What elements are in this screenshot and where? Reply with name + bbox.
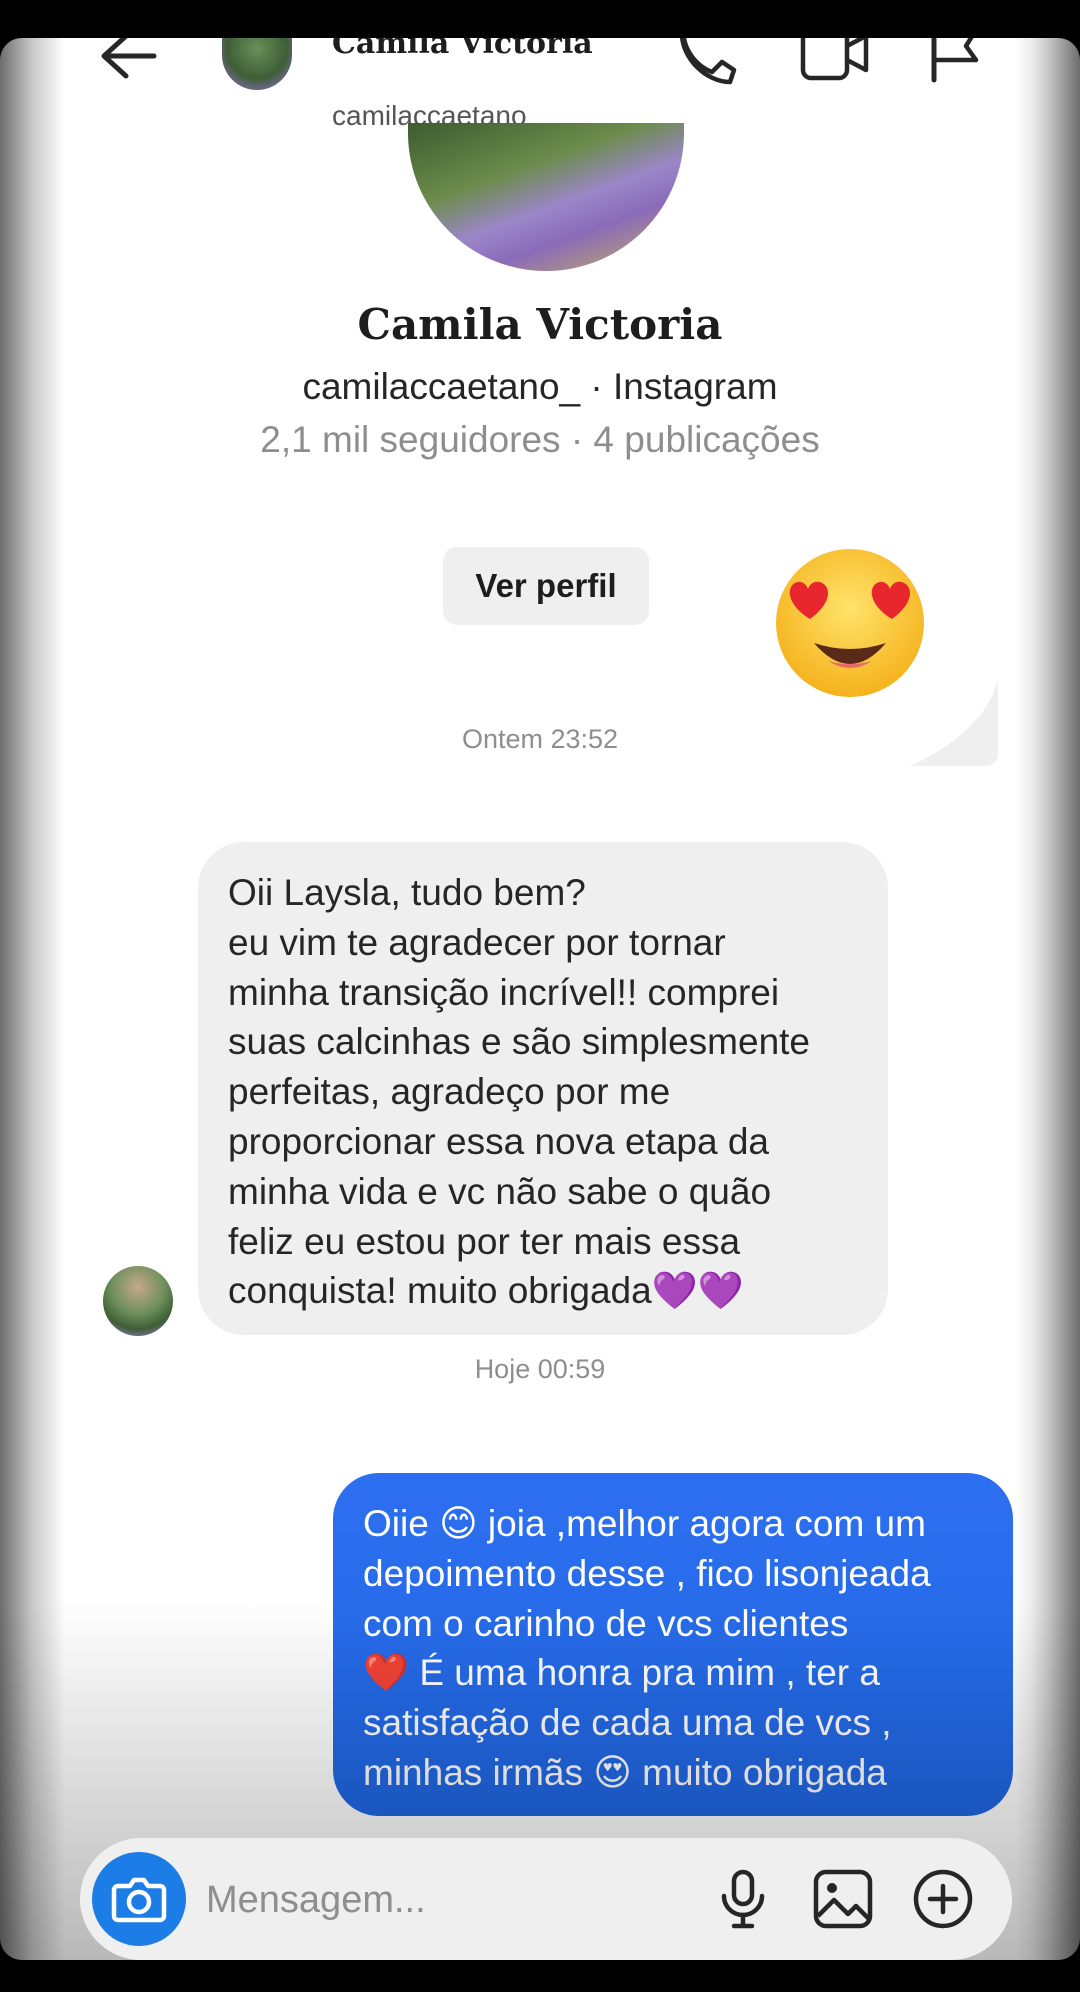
sender-avatar[interactable] bbox=[103, 1266, 173, 1336]
header-name[interactable]: Camila Victoria bbox=[332, 38, 593, 61]
flag-icon bbox=[928, 38, 988, 98]
report-button[interactable] bbox=[928, 38, 988, 98]
chat-header: Camila Victoria camilaccaetano_ bbox=[0, 38, 1080, 131]
voice-message-button[interactable] bbox=[710, 1866, 776, 1932]
chat-screen: Camila Victoria camilaccaetano_ Camila V… bbox=[0, 38, 1080, 1960]
arrow-left-icon bbox=[96, 38, 160, 98]
image-icon bbox=[810, 1866, 876, 1932]
call-button[interactable] bbox=[678, 38, 738, 98]
message-input[interactable] bbox=[204, 1868, 668, 1932]
camera-icon bbox=[92, 1852, 186, 1946]
incoming-message[interactable]: Oii Laysla, tudo bem? eu vim te agradece… bbox=[198, 842, 888, 1335]
avatar[interactable] bbox=[222, 38, 292, 90]
message-composer bbox=[80, 1838, 1012, 1960]
view-profile-button[interactable]: Ver perfil bbox=[443, 547, 649, 625]
timestamp: Ontem 23:52 bbox=[461, 724, 619, 754]
plus-circle-icon bbox=[910, 1866, 976, 1932]
gallery-button[interactable] bbox=[810, 1866, 876, 1932]
video-camera-icon bbox=[800, 38, 869, 98]
video-call-button[interactable] bbox=[800, 38, 869, 98]
microphone-icon bbox=[710, 1866, 776, 1932]
timestamp: Hoje 00:59 bbox=[474, 1354, 606, 1384]
heart-eyes-emoji-icon bbox=[770, 543, 930, 703]
phone-icon bbox=[678, 38, 738, 98]
more-options-button[interactable] bbox=[910, 1866, 976, 1932]
profile-photo[interactable] bbox=[408, 123, 684, 271]
profile-name: Camila Victoria bbox=[357, 300, 723, 349]
back-button[interactable] bbox=[96, 38, 160, 98]
camera-button[interactable] bbox=[92, 1852, 186, 1946]
outgoing-message[interactable]: Oiie 😊 joia ,melhor agora com um depoime… bbox=[333, 1473, 1013, 1816]
emoji-message[interactable] bbox=[770, 543, 930, 703]
profile-subtitle: camilaccaetano_ · Instagram bbox=[302, 366, 778, 407]
profile-stats: 2,1 mil seguidores · 4 publicações bbox=[260, 419, 820, 460]
